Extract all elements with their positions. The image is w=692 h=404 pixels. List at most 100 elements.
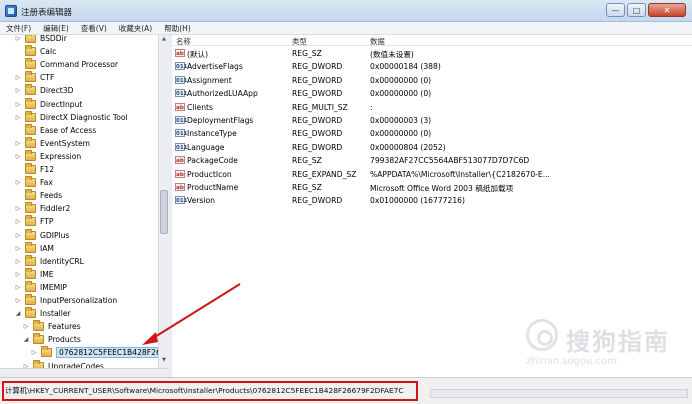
tree-expander-icon[interactable]: ◢ [22, 336, 30, 343]
tree-horizontal-scrollbar[interactable] [0, 368, 169, 377]
tree-item[interactable]: ▷ Features [22, 320, 81, 333]
tree-expander-icon[interactable]: ▷ [14, 218, 22, 225]
tree-item[interactable]: Command Processor [14, 58, 118, 71]
folder-icon [25, 149, 36, 161]
tree-expander-icon[interactable]: ▷ [14, 258, 22, 265]
tree-item[interactable]: ▷ Direct3D [14, 84, 73, 97]
tree-expander-icon[interactable]: ▷ [14, 179, 22, 186]
tree-item[interactable]: ▷ IAM [14, 241, 54, 255]
folder-icon [33, 320, 44, 332]
tree-expander-icon[interactable]: ◢ [14, 310, 22, 317]
column-data-header[interactable]: 数据 [370, 36, 385, 47]
tree-item-label: InputPersonalization [40, 296, 118, 305]
folder-icon [25, 84, 36, 96]
tree-expander-icon[interactable]: ▷ [14, 114, 22, 121]
tree-expander-icon[interactable]: ▷ [14, 101, 22, 108]
tree-expander-icon[interactable]: ▷ [14, 74, 22, 81]
tree-expander-icon[interactable]: ▷ [14, 140, 22, 147]
values-header: 名称 类型 数据 [172, 35, 692, 46]
tree-item[interactable]: ▷ Fiddler2 [14, 202, 70, 215]
tree-expander-icon[interactable]: ▷ [22, 323, 30, 330]
menu-file[interactable]: 文件(F) [6, 23, 31, 34]
tree-item[interactable]: ▷ DirectX Diagnostic Tool [14, 110, 128, 124]
value-data: 0x00000184 (388) [370, 62, 441, 72]
tree-expander-icon[interactable]: ▷ [14, 153, 22, 160]
title-bar: 注册表编辑器 — □ ✕ [0, 0, 692, 22]
value-row[interactable]: 011 Version REG_DWORD 0x01000000 (16777216) [172, 194, 692, 207]
tree-item[interactable]: ◢ Products [22, 333, 81, 346]
tree-item[interactable]: ▷ Expression [14, 149, 81, 163]
tree-expander-icon[interactable]: ▷ [14, 284, 22, 291]
tree-expander-icon[interactable]: ▷ [14, 35, 22, 42]
tree-item[interactable]: ▷ CTF [14, 71, 54, 84]
maximize-button[interactable]: □ [627, 3, 646, 17]
tree-item[interactable]: ▷ InputPersonalization [14, 294, 117, 307]
tree-item[interactable]: F12 [14, 163, 54, 176]
value-row[interactable]: 011 AuthorizedLUAApp REG_DWORD 0x00000000 (… [172, 87, 692, 100]
tree-item[interactable]: ▷ BSDDir [14, 35, 67, 45]
value-type: REG_DWORD [292, 62, 343, 72]
menu-view[interactable]: 查看(V) [81, 23, 107, 34]
tree-item[interactable]: ▷ 0762812C5FEEC1B428F26 [30, 346, 158, 359]
window-controls: — □ ✕ [604, 3, 686, 17]
window-title: 注册表编辑器 [21, 8, 73, 18]
value-type: REG_MULTI_SZ [292, 102, 348, 112]
menu-favorites[interactable]: 收藏夹(A) [119, 23, 152, 34]
value-row[interactable]: 011 Language REG_DWORD 0x00000804 (2052) [172, 141, 692, 154]
tree-expander-icon[interactable]: ▷ [14, 205, 22, 212]
string-value-icon: ab [175, 169, 185, 178]
tree-item[interactable]: Calc [14, 45, 56, 58]
tree-item-label: IdentityCRL [40, 256, 84, 266]
value-row[interactable]: ab (默认) REG_SZ (数值未设置) [172, 47, 692, 60]
tree-scroll-thumb[interactable] [160, 190, 168, 234]
tree-item[interactable]: Ease of Access [14, 123, 96, 137]
tree-item-label: Fax [40, 178, 53, 188]
tree-item[interactable]: ▷ FTP [14, 215, 53, 228]
tree-item[interactable]: ▷ Fax [14, 176, 53, 189]
menu-edit[interactable]: 编辑(E) [43, 23, 69, 34]
tree-expander-icon[interactable]: ▷ [14, 87, 22, 94]
tree-item[interactable]: Feeds [14, 189, 62, 202]
folder-icon [25, 267, 36, 279]
menu-help[interactable]: 帮助(H) [164, 23, 191, 34]
value-type: REG_DWORD [292, 129, 343, 139]
value-name: ProductIcon [187, 169, 232, 179]
close-button[interactable]: ✕ [648, 3, 686, 17]
values-horizontal-scrollbar[interactable] [430, 389, 688, 398]
tree-expander-icon[interactable]: ▷ [14, 271, 22, 278]
tree-item[interactable]: ▷ GDIPlus [14, 228, 69, 242]
value-row[interactable]: ab Clients REG_MULTI_SZ: [172, 101, 692, 114]
value-row[interactable]: 011 DeploymentFlags REG_DWORD 0x00000003 (3… [172, 114, 692, 127]
tree-item[interactable]: ▷ IMEMIP [14, 280, 67, 294]
tree-item[interactable]: ▷ DirectInput [14, 97, 82, 111]
value-name: Language [187, 142, 225, 152]
value-row[interactable]: ab ProductIcon REG_EXPAND_SZ %APPDATA%\Micr… [172, 168, 692, 181]
tree-vertical-scrollbar[interactable]: ▲ ▼ [158, 35, 169, 375]
value-data: 0x00000000 (0) [370, 89, 432, 99]
tree-expander-icon[interactable]: ▷ [30, 349, 38, 356]
value-row[interactable]: ab ProductName REG_SZ Microsoft Office Word… [172, 181, 692, 194]
value-row[interactable]: 011 InstanceType REG_DWORD 0x00000000 (0) [172, 127, 692, 140]
tree-item[interactable]: ▷ IdentityCRL [14, 254, 84, 268]
string-value-icon: ab [175, 156, 185, 165]
value-type: REG_DWORD [292, 89, 343, 99]
minimize-button[interactable]: — [606, 3, 625, 17]
value-row[interactable]: ab PackageCode REG_SZ 799382AF27CC5564ABF51… [172, 154, 692, 167]
scroll-down-icon[interactable]: ▼ [160, 357, 168, 366]
value-data: (数值未设置) [370, 50, 414, 59]
tree-expander-icon[interactable]: ▷ [14, 245, 22, 252]
tree-expander-icon[interactable]: ▷ [14, 232, 22, 239]
value-data: 0x00000000 (0) [370, 129, 432, 139]
folder-icon [33, 333, 44, 345]
scroll-up-icon[interactable]: ▲ [160, 36, 168, 45]
tree-expander-icon[interactable]: ▷ [14, 297, 22, 304]
tree-item[interactable]: ▷ EventSystem [14, 136, 90, 150]
value-row[interactable]: 011 AdvertiseFlags REG_DWORD 0x00000184 (38… [172, 60, 692, 73]
value-row[interactable]: 011 Assignment REG_DWORD 0x00000000 (0) [172, 74, 692, 87]
tree-item[interactable]: ▷ IME [14, 267, 54, 281]
column-name-header[interactable]: 名称 [176, 36, 191, 47]
folder-icon [25, 241, 36, 253]
column-type-header[interactable]: 类型 [292, 36, 307, 47]
tree-item-label: CTF [40, 73, 55, 83]
tree-item[interactable]: ◢ Installer [14, 307, 71, 320]
